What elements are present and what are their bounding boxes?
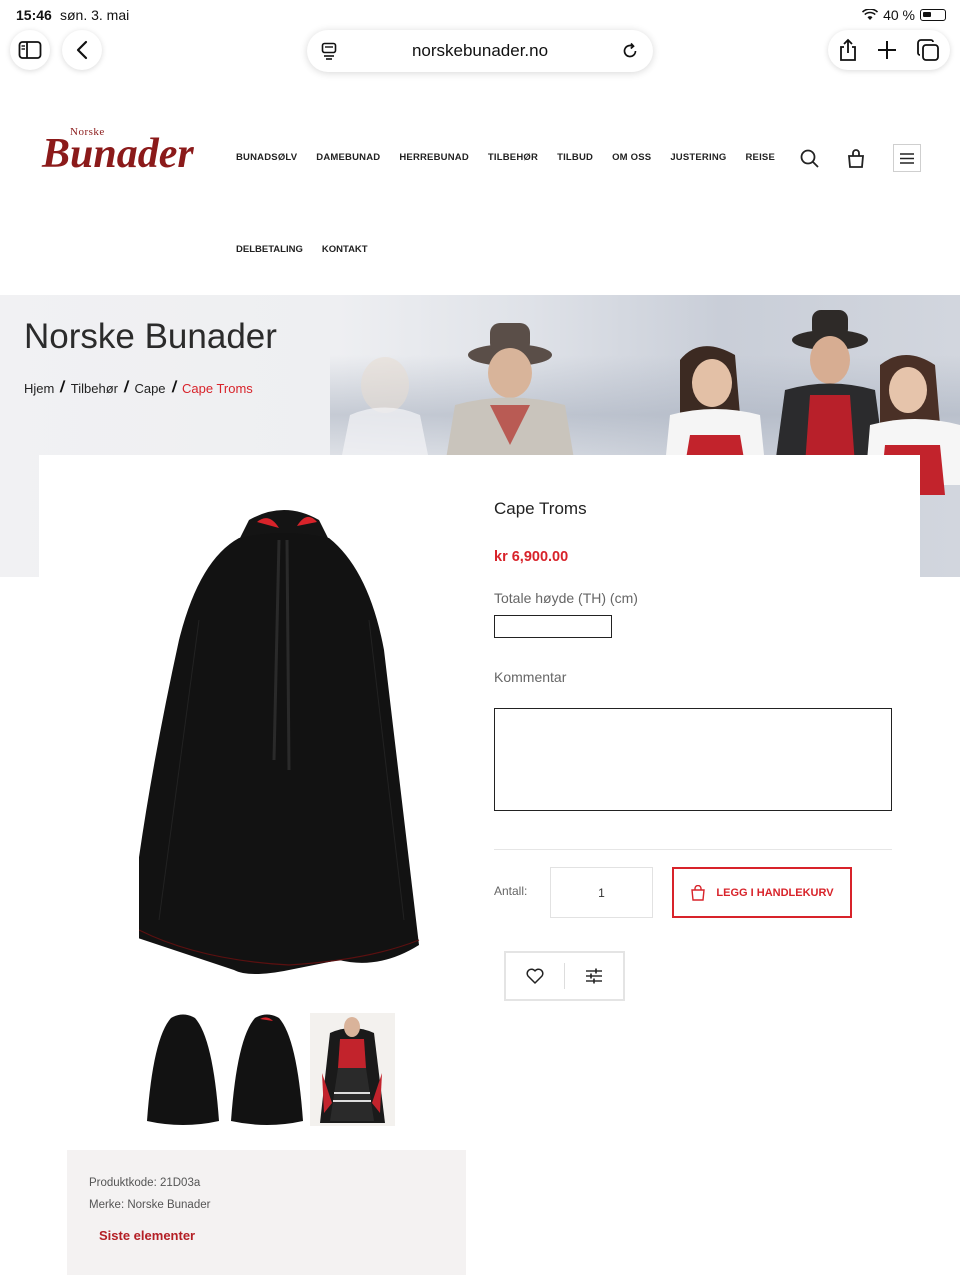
wishlist-button[interactable] (506, 953, 564, 999)
tabs-icon[interactable] (916, 38, 940, 62)
comment-label: Kommentar (494, 669, 567, 685)
nav-item-kontakt[interactable]: KONTAKT (322, 244, 368, 255)
quantity-input[interactable]: 1 (550, 867, 653, 918)
nav-item-tilbehor[interactable]: TILBEHØR (488, 152, 538, 163)
status-bar: 15:46 søn. 3. mai 40 % (0, 0, 960, 30)
hamburger-icon (900, 152, 914, 164)
quantity-label: Antall: (494, 884, 528, 898)
add-to-cart-button[interactable]: LEGG I HANDLEKURV (672, 867, 852, 918)
heart-icon (526, 968, 544, 984)
share-icon[interactable] (838, 38, 858, 62)
breadcrumb-item-current: Cape Troms (181, 380, 253, 396)
shopping-bag-icon[interactable] (845, 148, 867, 170)
nav-item-bunadsolv[interactable]: BUNADSØLV (236, 152, 297, 163)
toolbar-right-group (828, 30, 950, 70)
product-thumbnail-1[interactable] (141, 1013, 226, 1126)
nav-item-delbetaling[interactable]: DELBETALING (236, 244, 303, 255)
address-bar[interactable]: norskebunader.no (307, 30, 653, 72)
back-button[interactable] (62, 30, 102, 70)
sidebar-icon (18, 41, 42, 59)
wifi-icon (862, 9, 879, 20)
height-label: Totale høyde (TH) (cm) (494, 590, 638, 606)
product-thumbnail-3[interactable] (310, 1013, 395, 1126)
status-date: søn. 3. mai (60, 7, 130, 23)
sidebar-toggle-button[interactable] (10, 30, 50, 70)
product-title: Cape Troms (494, 499, 587, 518)
nav-item-reise[interactable]: REISE (745, 152, 775, 163)
main-nav: BUNADSØLV DAMEBUNAD HERREBUNAD TILBEHØR … (236, 152, 775, 163)
breadcrumb-separator: / (59, 379, 67, 396)
breadcrumb-item-cape[interactable]: Cape (134, 381, 165, 396)
product-meta-box: Produktkode: 21D03a Merke: Norske Bunade… (67, 1150, 466, 1275)
site-logo[interactable]: Norske Bunader (42, 122, 194, 180)
height-input[interactable] (494, 615, 612, 638)
nav-item-herrebunad[interactable]: HERREBUNAD (399, 152, 469, 163)
product-price: kr 6,900.00 (494, 549, 569, 565)
status-time: 15:46 (16, 7, 52, 23)
product-code: Produktkode: 21D03a (89, 1177, 201, 1189)
breadcrumb-item-hjem[interactable]: Hjem (24, 381, 54, 396)
breadcrumb-separator: / (170, 379, 178, 396)
product-main-image[interactable] (139, 500, 429, 1005)
battery-icon (920, 9, 946, 21)
plus-icon[interactable] (877, 40, 897, 60)
compare-button[interactable] (565, 953, 623, 999)
logo-text-big: Bunader (42, 131, 194, 177)
breadcrumb-item-tilbehor[interactable]: Tilbehør (71, 381, 118, 396)
battery-percent: 40 % (883, 7, 915, 23)
stock-status: Siste elementer (99, 1228, 196, 1243)
chevron-left-icon (76, 40, 88, 60)
reload-icon[interactable] (621, 42, 639, 60)
search-icon[interactable] (799, 148, 821, 170)
comment-textarea[interactable] (494, 708, 892, 811)
product-card: Produktkode: 21D03a Merke: Norske Bunade… (39, 455, 920, 1280)
url-text: norskebunader.no (411, 41, 549, 60)
nav-item-tilbud[interactable]: TILBUD (557, 152, 593, 163)
menu-button[interactable] (893, 144, 921, 172)
product-brand: Merke: Norske Bunader (89, 1199, 211, 1211)
breadcrumb-separator: / (122, 379, 130, 396)
divider (494, 849, 892, 850)
status-indicators: 40 % (862, 7, 946, 23)
nav-item-om-oss[interactable]: OM OSS (612, 152, 651, 163)
nav-item-damebunad[interactable]: DAMEBUNAD (316, 152, 380, 163)
page-title: Norske Bunader (24, 317, 277, 356)
product-thumbnail-2[interactable] (225, 1013, 310, 1126)
breadcrumb: Hjem / Tilbehør / Cape / Cape Troms (24, 379, 253, 397)
sliders-icon (586, 968, 602, 984)
product-actions (504, 951, 625, 1001)
add-to-cart-label: LEGG I HANDLEKURV (716, 886, 834, 899)
shopping-bag-icon (691, 884, 706, 901)
nav-item-justering[interactable]: JUSTERING (670, 152, 726, 163)
main-nav-row2: DELBETALING KONTAKT (236, 244, 368, 255)
